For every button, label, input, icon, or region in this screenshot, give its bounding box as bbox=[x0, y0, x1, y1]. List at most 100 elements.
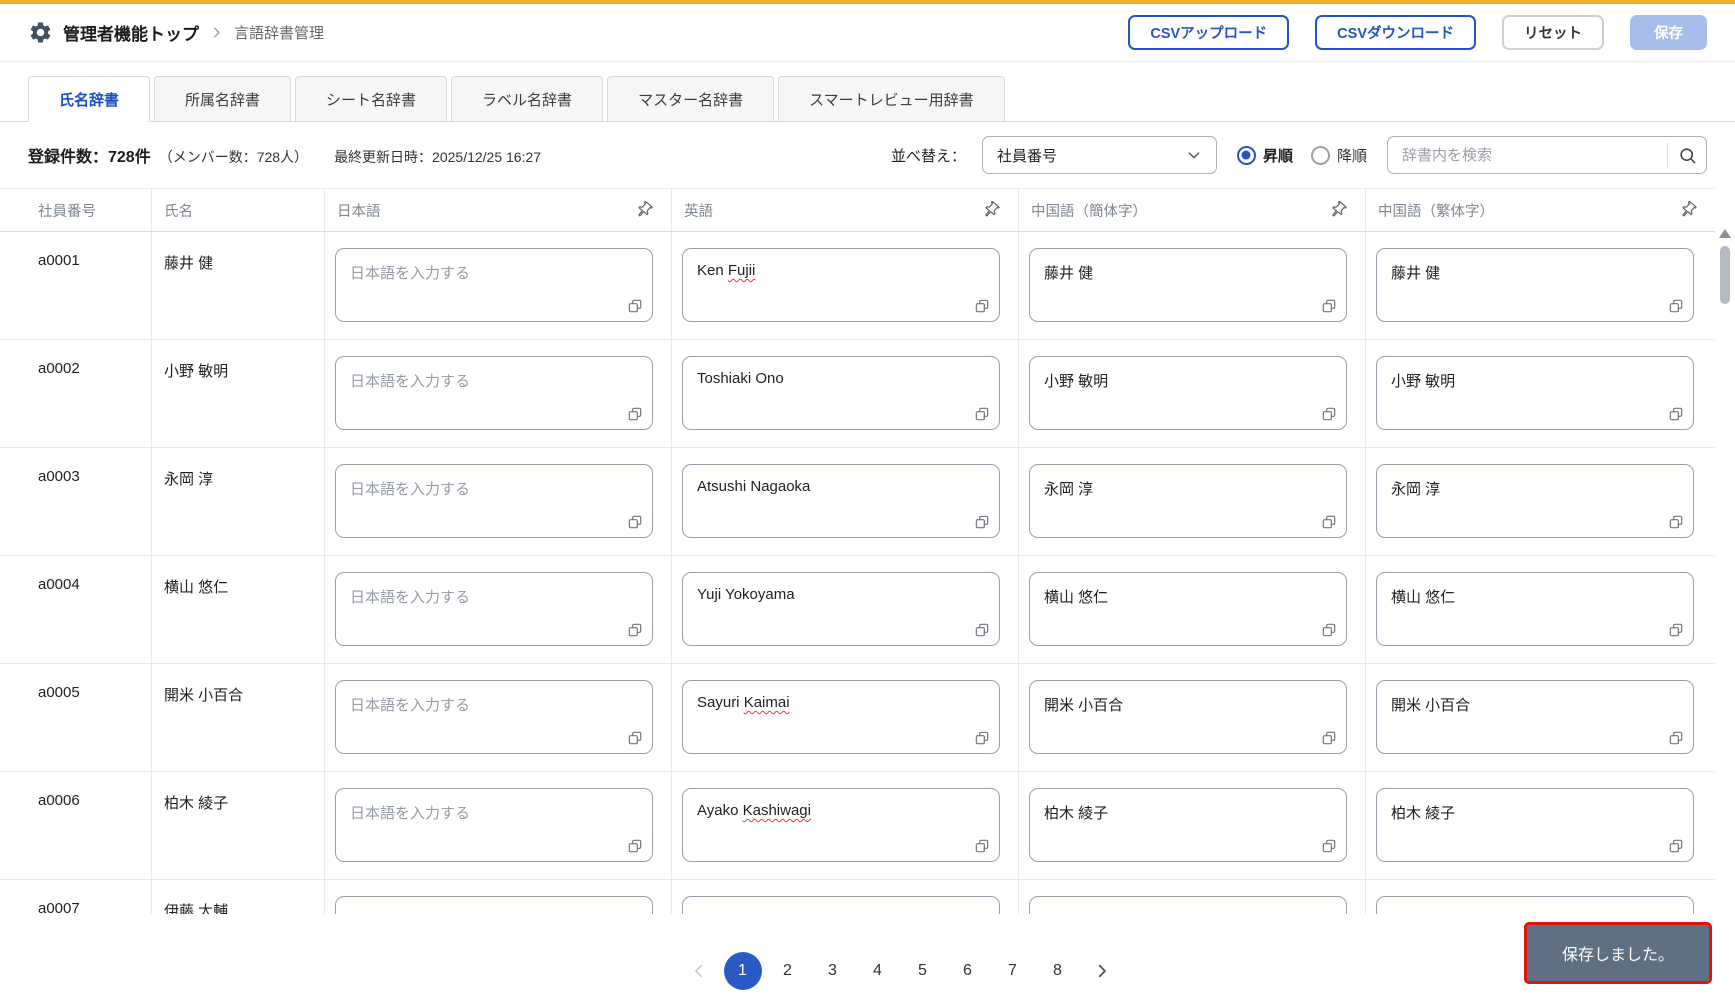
chinese-traditional-textbox[interactable]: 開米 小百合 bbox=[1376, 680, 1694, 754]
japanese-textbox[interactable]: 日本語を入力する bbox=[335, 464, 653, 538]
tab-sheet-dictionary[interactable]: シート名辞書 bbox=[295, 76, 448, 122]
chinese-simplified-textbox[interactable]: 小野 敏明 bbox=[1029, 356, 1347, 430]
expand-icon[interactable] bbox=[1321, 514, 1337, 530]
tab-smart-review-dictionary[interactable]: スマートレビュー用辞書 bbox=[778, 76, 1005, 122]
page-next-icon[interactable] bbox=[1084, 953, 1120, 989]
page-button-7[interactable]: 7 bbox=[994, 952, 1032, 990]
page-button-5[interactable]: 5 bbox=[904, 952, 942, 990]
chinese-simplified-textbox[interactable]: 柏木 綾子 bbox=[1029, 788, 1347, 862]
column-name: 氏名 bbox=[152, 189, 325, 231]
employee-name: 横山 悠仁 bbox=[152, 556, 325, 663]
chinese-simplified-textbox[interactable] bbox=[1029, 896, 1347, 914]
scroll-up-icon[interactable] bbox=[1719, 229, 1731, 238]
expand-icon[interactable] bbox=[974, 730, 990, 746]
chinese-traditional-textbox[interactable]: 柏木 綾子 bbox=[1376, 788, 1694, 862]
csv-download-button[interactable]: CSVダウンロード bbox=[1315, 15, 1476, 50]
english-textbox[interactable]: Ken Fujii bbox=[682, 248, 1000, 322]
english-textbox[interactable] bbox=[682, 896, 1000, 914]
pagination: 1 2 3 4 5 6 7 8 bbox=[65, 952, 1735, 990]
expand-icon[interactable] bbox=[974, 838, 990, 854]
chinese-traditional-textbox[interactable] bbox=[1376, 896, 1694, 914]
pin-icon[interactable] bbox=[1329, 201, 1347, 219]
pin-icon[interactable] bbox=[1679, 201, 1697, 219]
tab-department-dictionary[interactable]: 所属名辞書 bbox=[154, 76, 292, 122]
dictionary-search bbox=[1387, 136, 1707, 174]
japanese-textbox[interactable]: 日本語を入力する bbox=[335, 680, 653, 754]
page-button-6[interactable]: 6 bbox=[949, 952, 987, 990]
expand-icon[interactable] bbox=[974, 622, 990, 638]
expand-icon[interactable] bbox=[1321, 730, 1337, 746]
registration-summary: 登録件数：728件 （メンバー数：728人） 最終更新日時：2025/12/25… bbox=[28, 143, 541, 167]
english-textbox[interactable]: Sayuri Kaimai bbox=[682, 680, 1000, 754]
english-text: Ayako bbox=[697, 802, 743, 819]
search-icon[interactable] bbox=[1668, 146, 1706, 165]
chinese-traditional-textbox[interactable]: 藤井 健 bbox=[1376, 248, 1694, 322]
page-button-4[interactable]: 4 bbox=[859, 952, 897, 990]
chinese-simplified-textbox[interactable]: 横山 悠仁 bbox=[1029, 572, 1347, 646]
search-input[interactable] bbox=[1388, 146, 1667, 164]
chinese-traditional-textbox[interactable]: 横山 悠仁 bbox=[1376, 572, 1694, 646]
english-textbox[interactable]: Atsushi Nagaoka bbox=[682, 464, 1000, 538]
scrollbar[interactable] bbox=[1717, 225, 1733, 915]
column-chinese-simplified: 中国語（簡体字） bbox=[1019, 189, 1366, 231]
expand-icon[interactable] bbox=[974, 406, 990, 422]
expand-icon[interactable] bbox=[627, 514, 643, 530]
english-value: Ayako Kashiwagi bbox=[697, 802, 811, 819]
japanese-placeholder: 日本語を入力する bbox=[350, 373, 471, 390]
expand-icon[interactable] bbox=[1668, 730, 1684, 746]
expand-icon[interactable] bbox=[627, 406, 643, 422]
breadcrumb-root[interactable]: 管理者機能トップ bbox=[63, 20, 199, 45]
english-textbox[interactable]: Yuji Yokoyama bbox=[682, 572, 1000, 646]
japanese-textbox[interactable]: 日本語を入力する bbox=[335, 356, 653, 430]
expand-icon[interactable] bbox=[627, 298, 643, 314]
chinese-traditional-textbox[interactable]: 永岡 淳 bbox=[1376, 464, 1694, 538]
chinese-simplified-textbox[interactable]: 永岡 淳 bbox=[1029, 464, 1347, 538]
tab-name-dictionary[interactable]: 氏名辞書 bbox=[28, 76, 151, 122]
chinese-traditional-cell bbox=[1366, 880, 1715, 914]
pin-icon[interactable] bbox=[982, 201, 1000, 219]
japanese-textbox[interactable]: 日本語を入力する bbox=[335, 788, 653, 862]
scrollbar-thumb[interactable] bbox=[1720, 246, 1730, 304]
english-textbox[interactable]: Toshiaki Ono bbox=[682, 356, 1000, 430]
chinese-traditional-textbox[interactable]: 小野 敏明 bbox=[1376, 356, 1694, 430]
expand-icon[interactable] bbox=[1668, 514, 1684, 530]
expand-icon[interactable] bbox=[1668, 838, 1684, 854]
expand-icon[interactable] bbox=[627, 838, 643, 854]
expand-icon[interactable] bbox=[1668, 622, 1684, 638]
page-button-1[interactable]: 1 bbox=[723, 952, 762, 990]
pin-icon[interactable] bbox=[635, 201, 653, 219]
expand-icon[interactable] bbox=[1321, 622, 1337, 638]
expand-icon[interactable] bbox=[974, 298, 990, 314]
tab-master-dictionary[interactable]: マスター名辞書 bbox=[607, 76, 775, 122]
page-button-3[interactable]: 3 bbox=[814, 952, 852, 990]
chinese-simplified-textbox[interactable]: 開米 小百合 bbox=[1029, 680, 1347, 754]
tab-label-dictionary[interactable]: ラベル名辞書 bbox=[451, 76, 604, 122]
japanese-cell: 日本語を入力する bbox=[325, 232, 672, 339]
japanese-cell: 日本語を入力する bbox=[325, 772, 672, 879]
page-button-8[interactable]: 8 bbox=[1039, 952, 1077, 990]
expand-icon[interactable] bbox=[1321, 406, 1337, 422]
expand-icon[interactable] bbox=[627, 622, 643, 638]
japanese-textbox[interactable] bbox=[335, 896, 653, 914]
english-cell: Yuji Yokoyama bbox=[672, 556, 1019, 663]
expand-icon[interactable] bbox=[974, 514, 990, 530]
expand-icon[interactable] bbox=[1321, 838, 1337, 854]
expand-icon[interactable] bbox=[1321, 298, 1337, 314]
japanese-textbox[interactable]: 日本語を入力する bbox=[335, 248, 653, 322]
english-textbox[interactable]: Ayako Kashiwagi bbox=[682, 788, 1000, 862]
page-button-2[interactable]: 2 bbox=[769, 952, 807, 990]
reset-button[interactable]: リセット bbox=[1502, 15, 1604, 50]
column-english-label: 英語 bbox=[684, 203, 713, 220]
page-prev-icon[interactable] bbox=[681, 953, 717, 989]
radio-ascending[interactable]: 昇順 bbox=[1236, 145, 1293, 166]
japanese-textbox[interactable]: 日本語を入力する bbox=[335, 572, 653, 646]
expand-icon[interactable] bbox=[627, 730, 643, 746]
csv-upload-button[interactable]: CSVアップロード bbox=[1128, 15, 1290, 50]
expand-icon[interactable] bbox=[1668, 298, 1684, 314]
save-button[interactable]: 保存 bbox=[1630, 15, 1707, 50]
sort-select[interactable]: 社員番号 bbox=[981, 136, 1217, 174]
last-updated-label: 最終更新日時：2025/12/25 16:27 bbox=[334, 149, 542, 165]
radio-descending[interactable]: 降順 bbox=[1310, 145, 1367, 166]
chinese-simplified-textbox[interactable]: 藤井 健 bbox=[1029, 248, 1347, 322]
expand-icon[interactable] bbox=[1668, 406, 1684, 422]
